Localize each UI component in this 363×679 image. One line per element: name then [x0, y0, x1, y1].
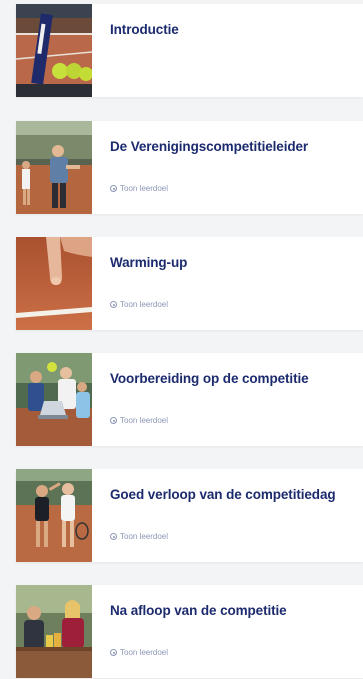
- target-icon: [110, 301, 117, 308]
- module-title: Voorbereiding op de competitie: [110, 371, 309, 386]
- module-list: Introductie De Verenigingscompetitieleid…: [0, 0, 363, 679]
- competition-leader-photo: [16, 121, 92, 214]
- module-thumbnail: [16, 121, 92, 214]
- module-card-voorbereiding[interactable]: Voorbereiding op de competitie Toon leer…: [16, 353, 363, 446]
- module-title: Goed verloop van de competitiedag: [110, 487, 336, 502]
- module-title: Na afloop van de competitie: [110, 603, 287, 618]
- module-card-verenigingscompetitieleider[interactable]: De Verenigingscompetitieleider Toon leer…: [16, 121, 363, 214]
- show-learning-goal-link[interactable]: Toon leerdoel: [110, 532, 168, 541]
- target-icon: [110, 533, 117, 540]
- show-learning-goal-label: Toon leerdoel: [120, 184, 169, 193]
- show-learning-goal-link[interactable]: Toon leerdoel: [110, 416, 168, 425]
- target-icon: [110, 185, 117, 192]
- show-learning-goal-link[interactable]: Toon leerdoel: [110, 648, 168, 657]
- module-thumbnail: [16, 469, 92, 562]
- tennis-racket-balls-photo: [16, 4, 92, 97]
- show-learning-goal-label: Toon leerdoel: [120, 300, 169, 309]
- after-match-drinks-photo: [16, 585, 92, 678]
- module-thumbnail: [16, 4, 92, 97]
- module-thumbnail: [16, 353, 92, 446]
- module-card-warming-up[interactable]: Warming-up Toon leerdoel: [16, 237, 363, 330]
- show-learning-goal-link[interactable]: Toon leerdoel: [110, 184, 168, 193]
- module-title: Introductie: [110, 22, 179, 37]
- target-icon: [110, 417, 117, 424]
- finger-clay-court-photo: [16, 237, 92, 330]
- module-title: De Verenigingscompetitieleider: [110, 139, 309, 154]
- module-card-competitiedag[interactable]: Goed verloop van de competitiedag Toon l…: [16, 469, 363, 562]
- show-learning-goal-link[interactable]: Toon leerdoel: [110, 300, 168, 309]
- show-learning-goal-label: Toon leerdoel: [120, 416, 169, 425]
- module-card-introductie[interactable]: Introductie: [16, 4, 363, 97]
- show-learning-goal-label: Toon leerdoel: [120, 648, 169, 657]
- team-laptop-photo: [16, 353, 92, 446]
- module-thumbnail: [16, 237, 92, 330]
- module-title: Warming-up: [110, 255, 188, 270]
- module-thumbnail: [16, 585, 92, 678]
- show-learning-goal-label: Toon leerdoel: [120, 532, 169, 541]
- target-icon: [110, 649, 117, 656]
- module-card-na-afloop[interactable]: Na afloop van de competitie Toon leerdoe…: [16, 585, 363, 678]
- players-high-five-photo: [16, 469, 92, 562]
